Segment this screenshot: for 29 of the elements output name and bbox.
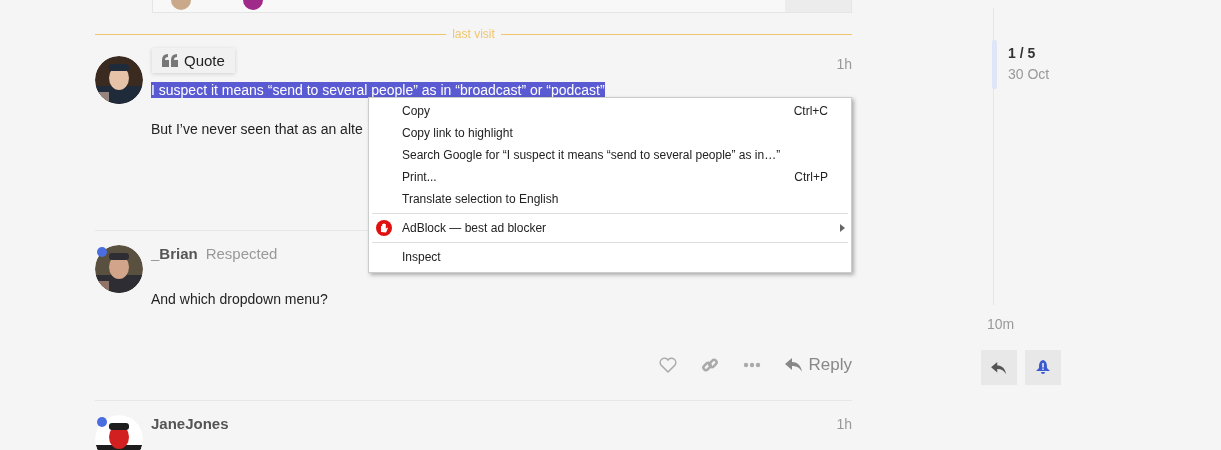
- last-post-time: 10m: [987, 316, 1015, 332]
- hand-icon: [376, 220, 392, 236]
- post-text: I suspect it means “send to several people” as in “broadcast” or “podcast”: [151, 82, 605, 98]
- username[interactable]: _Brian: [151, 245, 198, 262]
- quote-button[interactable]: Quote: [152, 48, 235, 73]
- menu-item[interactable]: Copy Ctrl+C: [369, 100, 851, 122]
- username[interactable]: JaneJones: [151, 415, 229, 432]
- quote-icon: [162, 54, 178, 67]
- menu-item[interactable]: Search Google for “I suspect it means “send to several people” as in…”: [369, 144, 851, 166]
- menu-item[interactable]: AdBlock — best ad blocker: [369, 217, 851, 239]
- link-icon[interactable]: [700, 356, 719, 374]
- menu-item[interactable]: Print... Ctrl+P: [369, 166, 851, 188]
- post-text: And which dropdown menu?: [151, 291, 328, 307]
- menu-item[interactable]: Translate selection to English: [369, 188, 851, 210]
- shortcut-label: Ctrl+C: [793, 104, 828, 118]
- post-position: 1 / 5: [1008, 45, 1036, 61]
- menu-item[interactable]: Inspect: [369, 246, 851, 268]
- user-title: Respected: [205, 245, 278, 262]
- post-date: 30 Oct: [1008, 66, 1050, 82]
- reply-button[interactable]: [981, 350, 1017, 385]
- shortcut-label: Ctrl+P: [794, 170, 828, 184]
- reply-icon: [784, 357, 803, 373]
- reply-icon: [991, 360, 1007, 375]
- bell-icon[interactable]: [1025, 350, 1061, 385]
- more-icon[interactable]: [742, 362, 761, 368]
- like-icon[interactable]: [658, 357, 677, 373]
- last-visit-label: last visit: [452, 27, 495, 41]
- post-text: But I’ve never seen that as an alte: [151, 121, 363, 137]
- menu-item[interactable]: Copy link to highlight: [369, 122, 851, 144]
